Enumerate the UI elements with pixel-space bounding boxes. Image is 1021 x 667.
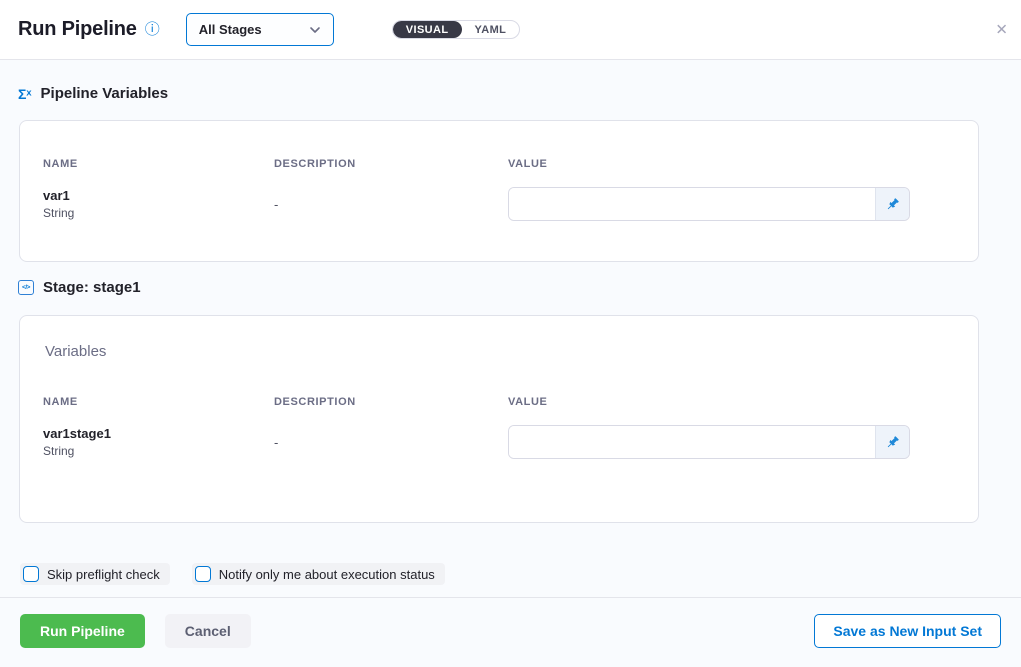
page-title: Run Pipeline bbox=[18, 18, 137, 41]
dialog-header: Run Pipeline ⓘ All Stages VISUAL YAML ✕ bbox=[0, 0, 1021, 60]
stage-icon: </> bbox=[18, 280, 34, 295]
stage-variables-table: NAME DESCRIPTION VALUE var1stage1 String… bbox=[20, 360, 978, 459]
stage-section-title: Stage: stage1 bbox=[43, 279, 141, 296]
variable-value-field bbox=[508, 425, 910, 459]
variable-name: var1stage1 bbox=[43, 426, 274, 441]
pipeline-variables-card: NAME DESCRIPTION VALUE var1 String - bbox=[19, 120, 979, 262]
execution-options: Skip preflight check Notify only me abou… bbox=[20, 563, 1021, 585]
stage-selector-value: All Stages bbox=[199, 22, 262, 37]
stage-selector-dropdown[interactable]: All Stages bbox=[186, 13, 334, 46]
pin-icon bbox=[885, 197, 900, 212]
run-pipeline-button[interactable]: Run Pipeline bbox=[20, 614, 145, 648]
cancel-button[interactable]: Cancel bbox=[165, 614, 251, 648]
skip-preflight-checkbox[interactable] bbox=[23, 566, 39, 582]
dialog-footer: Run Pipeline Cancel Save as New Input Se… bbox=[0, 598, 1021, 664]
variable-value-field bbox=[508, 187, 910, 221]
save-as-new-input-set-button[interactable]: Save as New Input Set bbox=[814, 614, 1001, 648]
visual-yaml-toggle: VISUAL YAML bbox=[392, 20, 521, 39]
pin-button[interactable] bbox=[875, 426, 909, 458]
column-header-description: DESCRIPTION bbox=[274, 396, 508, 408]
column-header-name: NAME bbox=[43, 158, 274, 170]
column-header-name: NAME bbox=[43, 396, 274, 408]
variable-description: - bbox=[274, 435, 508, 450]
pipeline-variables-icon: Σˣ bbox=[18, 87, 32, 101]
info-icon[interactable]: ⓘ bbox=[145, 22, 160, 37]
pipeline-variables-title: Pipeline Variables bbox=[41, 85, 169, 102]
variable-name: var1 bbox=[43, 188, 274, 203]
variable-type: String bbox=[43, 444, 274, 458]
stage-card-title: Variables bbox=[20, 316, 978, 360]
notify-me-label: Notify only me about execution status bbox=[219, 567, 435, 582]
column-header-value: VALUE bbox=[508, 158, 910, 170]
variable-value-input[interactable] bbox=[509, 426, 875, 458]
notify-me-checkbox-group[interactable]: Notify only me about execution status bbox=[192, 563, 445, 585]
close-icon[interactable]: ✕ bbox=[995, 22, 1008, 37]
variable-name-cell: var1 String bbox=[43, 188, 274, 220]
notify-me-checkbox[interactable] bbox=[195, 566, 211, 582]
variable-name-cell: var1stage1 String bbox=[43, 426, 274, 458]
stage-section-header: </> Stage: stage1 bbox=[18, 279, 1021, 296]
table-row: var1 String - bbox=[43, 187, 910, 221]
pin-icon bbox=[885, 435, 900, 450]
stage-variables-card: Variables NAME DESCRIPTION VALUE var1sta… bbox=[19, 315, 979, 523]
column-header-value: VALUE bbox=[508, 396, 910, 408]
table-header-row: NAME DESCRIPTION VALUE bbox=[43, 396, 910, 408]
skip-preflight-label: Skip preflight check bbox=[47, 567, 160, 582]
toggle-visual[interactable]: VISUAL bbox=[393, 21, 462, 38]
variable-value-input[interactable] bbox=[509, 188, 875, 220]
variable-type: String bbox=[43, 206, 274, 220]
chevron-down-icon bbox=[309, 26, 321, 34]
pipeline-variables-section-header: Σˣ Pipeline Variables bbox=[18, 85, 1021, 102]
column-header-description: DESCRIPTION bbox=[274, 158, 508, 170]
variable-description: - bbox=[274, 197, 508, 212]
toggle-yaml[interactable]: YAML bbox=[462, 21, 520, 38]
skip-preflight-checkbox-group[interactable]: Skip preflight check bbox=[20, 563, 170, 585]
table-row: var1stage1 String - bbox=[43, 425, 910, 459]
table-header-row: NAME DESCRIPTION VALUE bbox=[43, 158, 910, 170]
pin-button[interactable] bbox=[875, 188, 909, 220]
pipeline-variables-table: NAME DESCRIPTION VALUE var1 String - bbox=[20, 121, 978, 221]
